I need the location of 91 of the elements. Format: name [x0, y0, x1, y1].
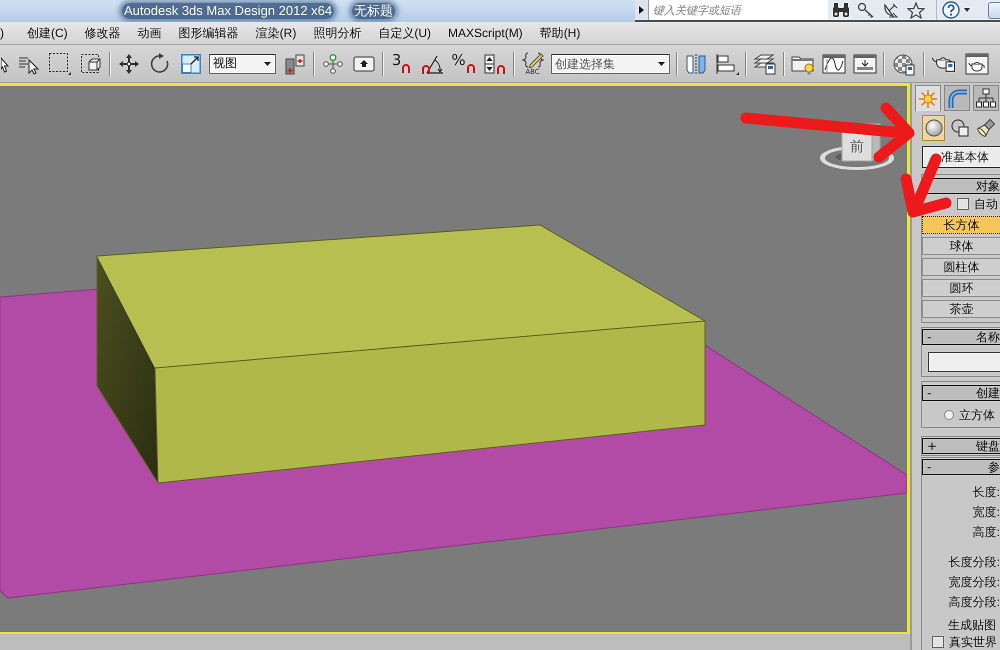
- rollout-title: 对象: [976, 179, 1000, 193]
- braces-pencil-icon: [522, 52, 544, 68]
- parameter-label: 长度分段:: [948, 555, 1000, 569]
- dashed-cube-icon: [80, 52, 102, 74]
- menu-item[interactable]: 动画: [130, 23, 169, 43]
- checkbox-label: 自动: [974, 197, 998, 211]
- viewport[interactable]: 前: [0, 83, 910, 634]
- named-selection-dropdown[interactable]: 创建选择集: [551, 54, 670, 74]
- menu-item[interactable]: 帮助(H): [532, 23, 588, 43]
- parameter-label: 高度:: [972, 525, 1000, 539]
- menu-item[interactable]: 照明分析: [306, 23, 368, 43]
- align-icon: [714, 52, 738, 74]
- view-cube-label: 前: [850, 139, 864, 155]
- menu-item[interactable]: 图形编辑器: [172, 23, 246, 43]
- shapes-icon: [950, 118, 970, 138]
- help-icon: [942, 1, 960, 19]
- document-title: 无标题: [352, 3, 396, 19]
- curved-pipe-icon: [946, 87, 968, 109]
- parameter-label: 宽度分段:: [948, 575, 1000, 589]
- menu-item[interactable]: 自定义(U): [371, 23, 438, 43]
- object-type-button[interactable]: 圆环: [922, 279, 1000, 297]
- curve-graph-icon: [822, 52, 846, 74]
- option-label: 生成贴图: [948, 618, 996, 632]
- menu-item[interactable]: 渲染(R): [248, 23, 304, 43]
- magnet-icon: [466, 62, 476, 72]
- caret-icon: [964, 8, 970, 12]
- spotlight-icon: [976, 118, 996, 138]
- caret-icon: [264, 62, 271, 66]
- reference-coordinate-dropdown[interactable]: 视图: [209, 54, 276, 74]
- rollout-title: 创建: [976, 386, 1000, 400]
- rollout-title: 参: [988, 460, 1000, 474]
- view-cube-drawing[interactable]: [820, 123, 894, 170]
- node-graph-icon: [322, 52, 344, 74]
- pointer-icon: [1, 54, 9, 72]
- satellite-dish-icon: [882, 2, 900, 18]
- parameter-label: 长度:: [972, 485, 1000, 499]
- move-icon: [118, 52, 140, 74]
- menu-item[interactable]: 修改器: [78, 23, 128, 43]
- parameter-label: 高度分段:: [948, 595, 1000, 609]
- menu-item[interactable]: MAXScript(M): [441, 23, 530, 43]
- teapot-window-icon: [964, 52, 988, 74]
- triangle-icon: [639, 6, 644, 14]
- object-type-button[interactable]: 长方体: [922, 216, 1000, 234]
- rotate-icon: [148, 52, 170, 74]
- spinner-magnet-icon: [484, 52, 506, 74]
- selection-set-field[interactable]: 创建选择集: [555, 56, 655, 70]
- dashed-rectangle-icon: [48, 52, 71, 75]
- sun-icon: [917, 88, 939, 110]
- object-type-button[interactable]: 茶壶: [922, 300, 1000, 318]
- up-arrow-key-icon: [352, 54, 374, 72]
- sphere-icon: [924, 118, 944, 138]
- checkbox[interactable]: [957, 198, 969, 210]
- radio-label: 立方体: [959, 408, 995, 422]
- checkbox-label: 真实世界: [949, 635, 997, 649]
- star-icon: [907, 2, 925, 18]
- rollout-title: 键盘: [976, 439, 1000, 453]
- window-title: Autodesk 3ds Max Design 2012 x64: [122, 3, 334, 19]
- menu-item[interactable]: ): [0, 23, 11, 43]
- checkbox[interactable]: [932, 636, 944, 648]
- window-button[interactable]: [988, 2, 1000, 18]
- rollout-toggle[interactable]: +: [923, 439, 938, 453]
- category-dropdown[interactable]: 准基本体: [922, 146, 1000, 168]
- key-icon: [857, 2, 875, 18]
- parameter-label: 宽度:: [972, 505, 1000, 519]
- layers-icon: [752, 52, 776, 74]
- category-button[interactable]: [922, 115, 945, 141]
- mirror-icon: [684, 52, 706, 74]
- checker-sphere-icon: [892, 52, 916, 76]
- snap-toggle-button[interactable]: 3: [389, 48, 414, 78]
- rollout-toggle[interactable]: -: [923, 460, 932, 474]
- panel-tab[interactable]: [973, 85, 999, 111]
- object-type-button[interactable]: 球体: [922, 237, 1000, 255]
- schematic-icon: [852, 52, 876, 74]
- teapot-icon: [932, 55, 955, 72]
- binoculars-icon: [832, 2, 850, 18]
- name-field[interactable]: [928, 352, 1000, 372]
- percent-snap-button[interactable]: %: [451, 48, 476, 78]
- hierarchy-icon: [975, 87, 997, 109]
- object-type-button[interactable]: 圆柱体: [922, 258, 1000, 276]
- search-field[interactable]: 键入关键字或短语: [648, 0, 828, 20]
- scale-icon: [180, 52, 202, 74]
- favorites-button[interactable]: [904, 0, 928, 20]
- rollout-toggle[interactable]: -: [923, 386, 932, 400]
- caret-icon: [658, 62, 665, 66]
- pivot-rectangles-icon: [284, 52, 306, 74]
- rollout-title: 名称: [976, 330, 1000, 344]
- magnet-icon: [401, 62, 412, 72]
- rollout-toggle[interactable]: -: [923, 330, 932, 344]
- radio-button[interactable]: [944, 410, 954, 420]
- menu-item[interactable]: 创建(C): [20, 23, 75, 43]
- search-expand-button[interactable]: [635, 0, 648, 20]
